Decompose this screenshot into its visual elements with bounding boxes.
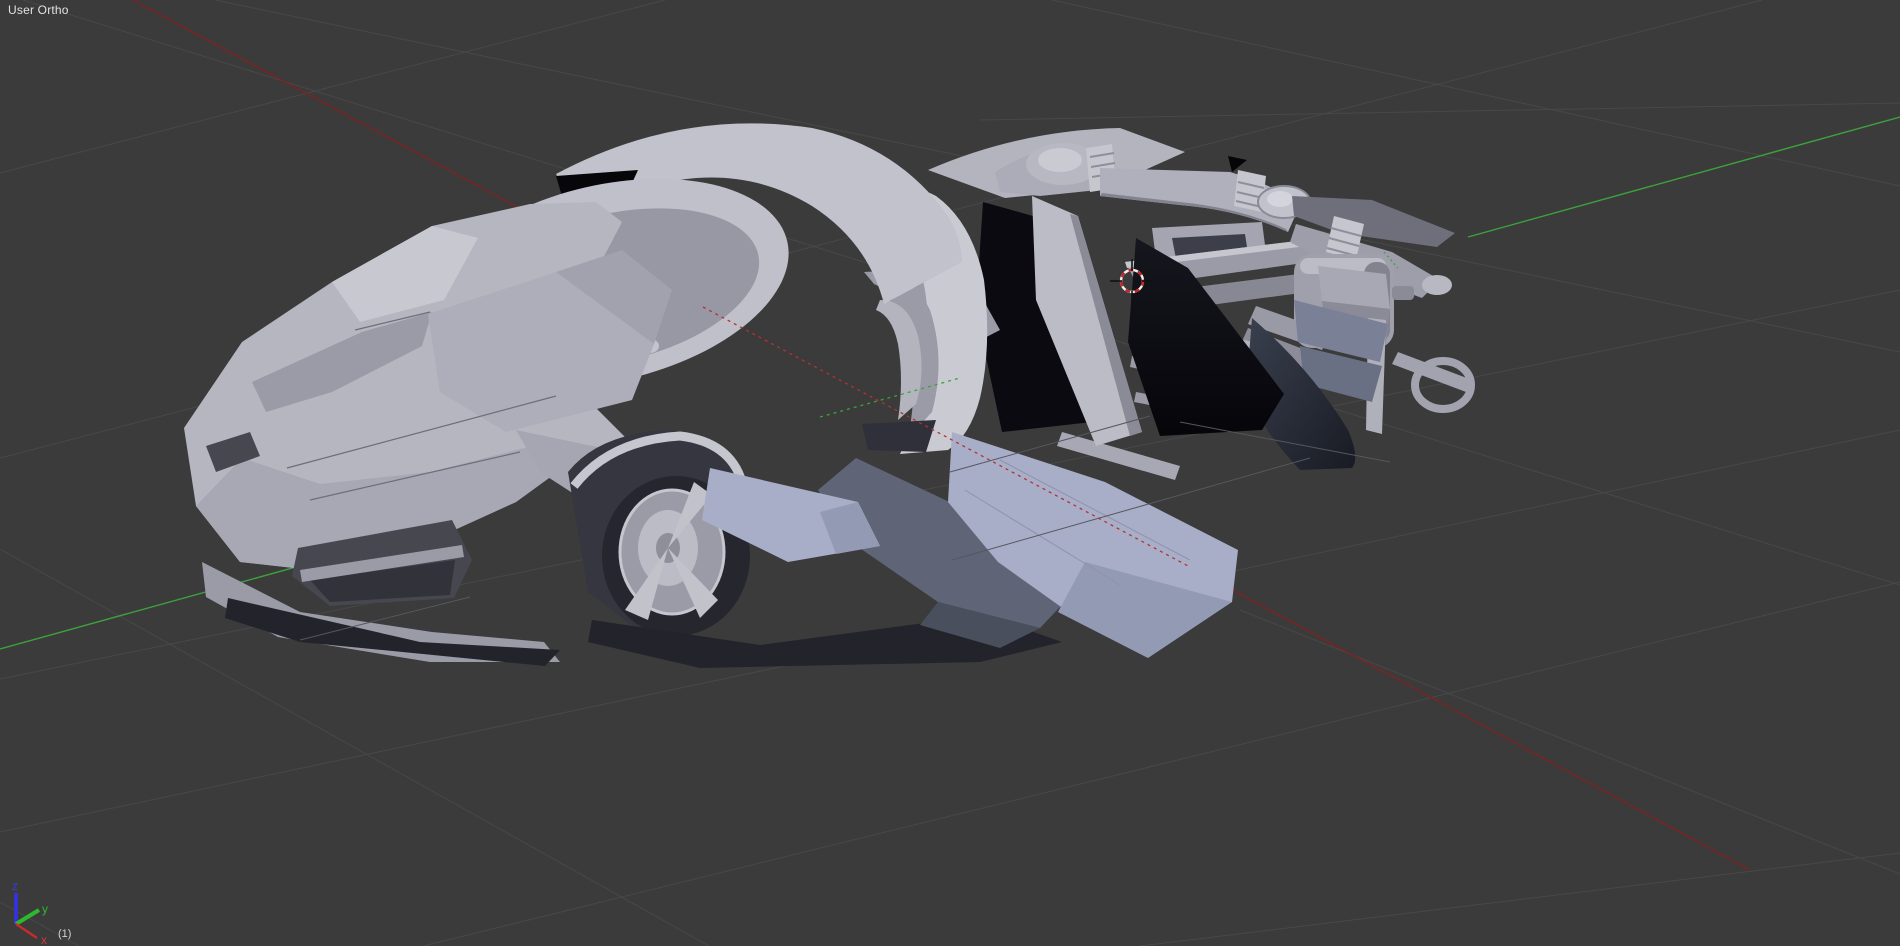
3d-viewport[interactable]: z y x User Ortho (1) [0, 0, 1900, 946]
car-model[interactable] [184, 123, 1475, 668]
layer-indicator: (1) [58, 928, 72, 940]
front-wheel[interactable] [568, 430, 750, 636]
gizmo-y-label: y [42, 902, 48, 916]
view-mode-label: User Ortho [8, 3, 69, 17]
axis-gizmo-icon: z y x [12, 879, 48, 946]
gizmo-x-label: x [41, 933, 47, 946]
gizmo-z-label: z [12, 879, 18, 893]
